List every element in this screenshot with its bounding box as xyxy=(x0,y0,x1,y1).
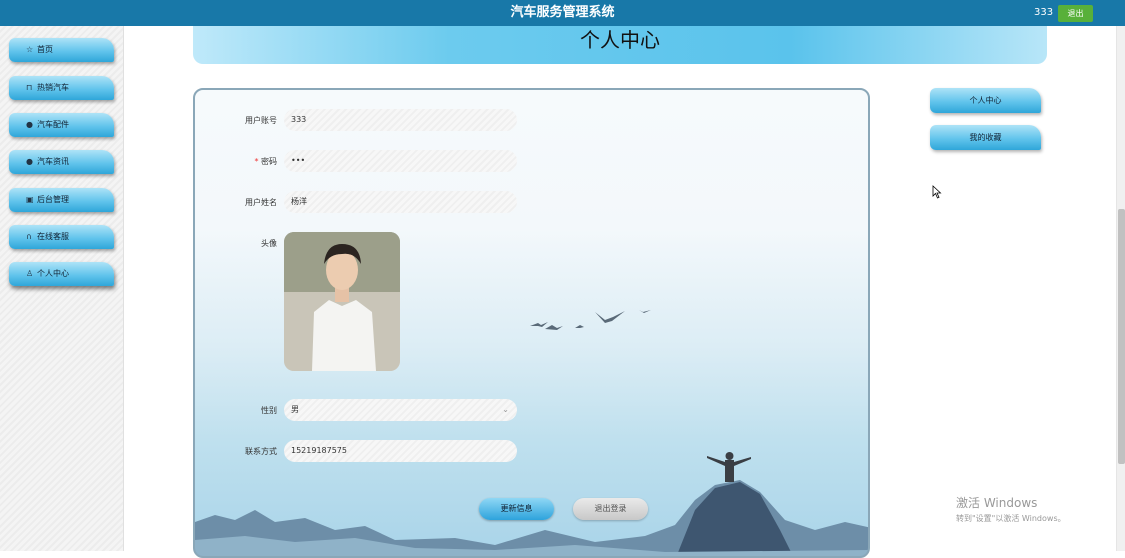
logout-account-button[interactable]: 退出登录 xyxy=(573,498,648,520)
watermark-line1: 激活 Windows xyxy=(956,496,1038,510)
user-icon: ♙ xyxy=(26,269,34,278)
sidebar-item-label: 热销汽车 xyxy=(37,83,69,92)
info-circle-icon: ● xyxy=(26,120,33,129)
sidebar-item-label: 个人中心 xyxy=(37,269,69,278)
logout-button[interactable]: 退出 xyxy=(1058,5,1093,22)
sidebar-item-label: 汽车资讯 xyxy=(37,157,69,166)
phone-label: 联系方式 xyxy=(245,447,277,456)
sidebar-item-car-news[interactable]: ● 汽车资讯 xyxy=(9,150,114,174)
current-username: 333 xyxy=(1034,7,1054,18)
top-bar: 汽车服务管理系统 333 退出 xyxy=(0,0,1125,26)
gender-value: 男 xyxy=(291,405,299,414)
avatar-label: 头像 xyxy=(261,239,277,248)
profile-form-card: 用户账号 333 * 密码 ••• 用户姓名 杨洋 头像 性别 男 ⌄ 联系方式… xyxy=(193,88,870,558)
headset-icon: ∩ xyxy=(26,232,32,241)
star-icon: ☆ xyxy=(26,45,34,54)
right-nav-favorites[interactable]: 我的收藏 xyxy=(930,125,1041,150)
chevron-down-icon: ⌄ xyxy=(502,405,509,414)
account-label: 用户账号 xyxy=(245,116,277,125)
sidebar-item-admin[interactable]: ▣ 后台管理 xyxy=(9,188,114,212)
app-title: 汽车服务管理系统 xyxy=(510,5,615,20)
birds xyxy=(530,310,651,330)
sidebar-item-label: 后台管理 xyxy=(37,195,69,204)
bag-icon: ⊓ xyxy=(26,83,33,92)
sidebar-item-label: 汽车配件 xyxy=(37,120,69,129)
sidebar-item-profile[interactable]: ♙ 个人中心 xyxy=(9,262,114,286)
windows-activation-watermark: 激活 Windows 转到"设置"以激活 Windows。 xyxy=(956,494,1066,524)
page-title: 个人中心 xyxy=(580,28,660,52)
avatar-portrait xyxy=(284,232,400,371)
account-field[interactable]: 333 xyxy=(284,109,517,131)
gender-label: 性别 xyxy=(261,406,277,415)
sidebar-item-label: 在线客服 xyxy=(37,232,69,241)
sidebar-item-support[interactable]: ∩ 在线客服 xyxy=(9,225,114,249)
scrollbar-thumb[interactable] xyxy=(1118,209,1125,464)
page-scrollbar[interactable] xyxy=(1116,26,1125,551)
avatar-image[interactable] xyxy=(284,232,400,371)
right-nav-profile[interactable]: 个人中心 xyxy=(930,88,1041,113)
sidebar-item-label: 首页 xyxy=(37,45,53,54)
phone-field[interactable]: 15219187575 xyxy=(284,440,517,462)
required-mark: * xyxy=(254,157,259,166)
question-circle-icon: ● xyxy=(26,157,33,166)
sidebar: ☆ 首页 ⊓ 热销汽车 ● 汽车配件 ● 汽车资讯 ▣ 后台管理 ∩ 在线客服 … xyxy=(0,26,124,551)
password-label: * 密码 xyxy=(197,156,277,167)
page-header: 个人中心 xyxy=(193,26,1047,64)
mouse-cursor-icon xyxy=(932,185,942,199)
password-label-text: 密码 xyxy=(261,157,277,166)
update-info-button[interactable]: 更新信息 xyxy=(479,498,554,520)
name-field[interactable]: 杨洋 xyxy=(284,191,517,213)
man-silhouette xyxy=(707,452,751,482)
watermark-line2: 转到"设置"以激活 Windows。 xyxy=(956,514,1066,523)
sidebar-item-car-parts[interactable]: ● 汽车配件 xyxy=(9,113,114,137)
name-label: 用户姓名 xyxy=(245,198,277,207)
sidebar-item-home[interactable]: ☆ 首页 xyxy=(9,38,114,62)
sidebar-item-hot-cars[interactable]: ⊓ 热销汽车 xyxy=(9,76,114,100)
password-field[interactable]: ••• xyxy=(284,150,517,172)
calendar-icon: ▣ xyxy=(26,195,34,204)
gender-select[interactable]: 男 ⌄ xyxy=(284,399,517,421)
